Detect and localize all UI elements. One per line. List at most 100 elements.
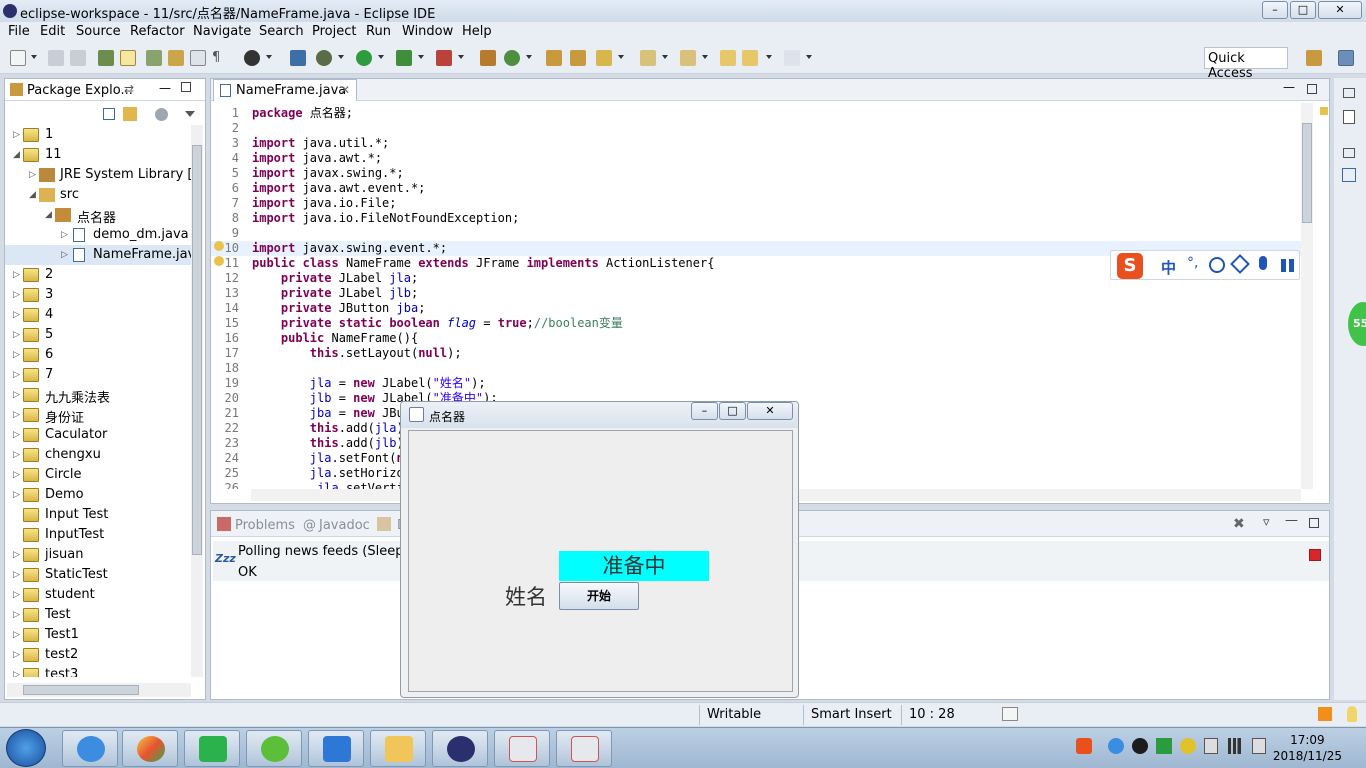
sogou-logo-icon[interactable]: S	[1117, 253, 1143, 279]
view-menu-icon[interactable]: ▿	[1263, 515, 1270, 530]
task-icon[interactable]	[168, 50, 184, 66]
search-dropdown-icon[interactable]	[618, 55, 624, 59]
menu-project[interactable]: Project	[312, 24, 356, 39]
coverage-dropdown-icon[interactable]	[418, 55, 424, 59]
minimize-editor-icon[interactable]: —	[1283, 80, 1295, 94]
sogou-tray-icon[interactable]	[1076, 738, 1092, 754]
back-dropdown-icon[interactable]	[766, 55, 772, 59]
new-java-class-icon[interactable]	[504, 50, 520, 66]
browser-tray-icon[interactable]	[1108, 738, 1124, 754]
new-java-class-dropdown-icon[interactable]	[526, 55, 532, 59]
block-selection-icon[interactable]	[190, 50, 206, 66]
taskbar-sync[interactable]	[246, 730, 302, 767]
frame-minimize-button[interactable]: –	[691, 402, 718, 420]
last-edit-location-icon[interactable]	[720, 50, 736, 66]
forward-icon[interactable]	[784, 50, 800, 66]
close-tab-icon[interactable]: ✕	[340, 83, 350, 97]
handwriting-icon[interactable]	[1230, 254, 1250, 274]
maximize-panel-icon[interactable]	[1309, 518, 1319, 528]
task-list-icon[interactable]	[1342, 168, 1356, 182]
minimize-panel-icon[interactable]: —	[1285, 513, 1298, 528]
menu-source[interactable]: Source	[76, 24, 121, 39]
scrollbar-thumb[interactable]	[1302, 123, 1312, 223]
warning-marker-icon[interactable]	[214, 241, 224, 251]
outline-icon[interactable]	[1343, 110, 1355, 124]
remove-all-icon[interactable]: ✖	[1233, 516, 1245, 532]
external-tools-dropdown-icon[interactable]	[458, 55, 464, 59]
menu-refactor[interactable]: Refactor	[130, 24, 185, 39]
open-type-icon[interactable]	[546, 50, 562, 66]
name-picker-title-bar[interactable]: 点名器 – □ ✕	[401, 402, 798, 428]
run-icon[interactable]	[356, 50, 372, 66]
menu-search[interactable]: Search	[259, 24, 304, 39]
restore-icon[interactable]	[1343, 148, 1355, 158]
close-button[interactable]: ✕	[1318, 1, 1362, 19]
taskbar-java-frame[interactable]	[556, 730, 612, 767]
previous-annotation-dropdown-icon[interactable]	[702, 55, 708, 59]
debug-icon[interactable]	[316, 50, 332, 66]
forward-dropdown-icon[interactable]	[806, 55, 812, 59]
emoji-icon[interactable]	[1209, 257, 1225, 273]
ime-language-toggle[interactable]: 中	[1161, 257, 1176, 278]
menu-file[interactable]: File	[8, 24, 30, 39]
minimize-view-icon[interactable]: —	[159, 81, 171, 95]
restore-icon[interactable]	[1343, 88, 1355, 98]
taskbar-wps[interactable]	[308, 730, 364, 767]
menu-window[interactable]: Window	[402, 24, 453, 39]
back-icon[interactable]	[742, 50, 758, 66]
microphone-icon[interactable]	[1259, 256, 1267, 270]
tree-item-java-file-selected[interactable]: ▷ NameFrame.java	[5, 245, 193, 265]
pilcrow-icon[interactable]: ¶	[212, 50, 228, 66]
stop-job-icon[interactable]	[1309, 549, 1321, 561]
package-explorer-horizontal-scrollbar[interactable]	[7, 683, 191, 697]
collapse-all-icon[interactable]	[103, 108, 115, 120]
view-menu-icon[interactable]	[185, 111, 195, 117]
next-annotation-dropdown-icon[interactable]	[662, 55, 668, 59]
new-java-project-icon[interactable]	[480, 50, 496, 66]
system-clock[interactable]: 17:09 2018/11/25	[1273, 732, 1342, 764]
editor-vertical-scrollbar[interactable]	[1301, 103, 1313, 489]
menu-help[interactable]: Help	[462, 24, 492, 39]
maximize-button[interactable]: □	[1290, 1, 1316, 19]
package-explorer-tab[interactable]: Package Explo... ⇄ —	[5, 79, 205, 101]
punctuation-icon[interactable]: °,	[1187, 255, 1198, 271]
taskbar-browser[interactable]	[122, 730, 178, 767]
overview-warning-icon[interactable]	[1320, 107, 1328, 115]
tab-problems[interactable]: Problems	[235, 518, 295, 533]
frame-close-button[interactable]: ✕	[747, 402, 793, 420]
run-dropdown-icon[interactable]	[378, 55, 384, 59]
breadcrumb-icon[interactable]	[146, 50, 162, 66]
frame-maximize-button[interactable]: □	[719, 402, 746, 420]
link-editor-icon[interactable]	[123, 107, 137, 121]
scrollbar-thumb[interactable]	[23, 685, 139, 695]
open-task-icon[interactable]	[570, 50, 586, 66]
taskbar-explorer[interactable]	[370, 730, 426, 767]
speed-badge[interactable]: 55	[1348, 302, 1366, 346]
security-tray-icon[interactable]	[1156, 738, 1172, 754]
toggle-highlight-icon[interactable]	[120, 50, 136, 66]
taskbar-eclipse[interactable]	[432, 730, 488, 767]
save-icon[interactable]	[48, 50, 64, 66]
java-perspective-icon[interactable]	[1338, 50, 1354, 66]
next-annotation-icon[interactable]	[640, 50, 656, 66]
start-button-icon[interactable]	[6, 729, 46, 767]
skip-breakpoints-icon[interactable]	[290, 50, 306, 66]
volume-tray-icon[interactable]	[1252, 738, 1266, 754]
taskbar-iqiyi[interactable]	[184, 730, 240, 767]
taskbar-ie[interactable]	[62, 730, 118, 767]
taskbar-java[interactable]	[494, 730, 550, 767]
previous-annotation-icon[interactable]	[680, 50, 696, 66]
minimize-button[interactable]: –	[1262, 1, 1288, 19]
menu-navigate[interactable]: Navigate	[193, 24, 251, 39]
menu-edit[interactable]: Edit	[40, 24, 65, 39]
debug-target-icon[interactable]	[244, 50, 260, 66]
mark-occurrences-icon[interactable]	[98, 50, 114, 66]
open-perspective-icon[interactable]	[1306, 50, 1322, 66]
maximize-view-icon[interactable]	[181, 82, 191, 92]
new-dropdown-icon[interactable]	[31, 55, 37, 59]
external-tools-icon[interactable]	[436, 50, 452, 66]
network-tray-icon[interactable]	[1228, 738, 1244, 754]
start-button[interactable]: 开始	[559, 582, 639, 610]
maximize-editor-icon[interactable]	[1307, 84, 1317, 94]
scrollbar-thumb[interactable]	[192, 145, 202, 555]
